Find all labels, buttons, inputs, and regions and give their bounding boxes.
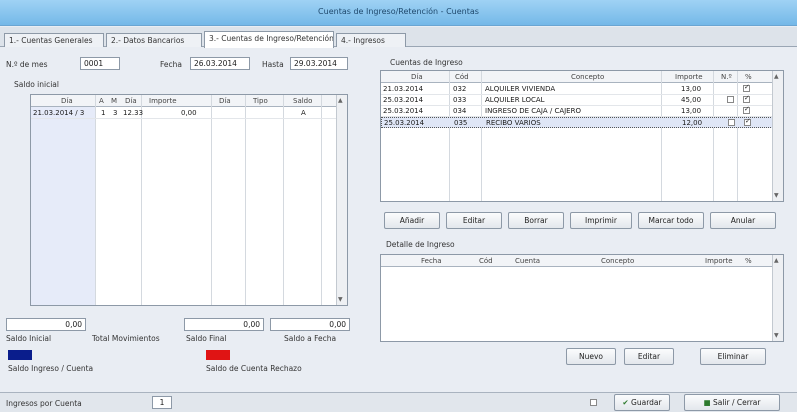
until-field[interactable]: 29.03.2014 (290, 57, 348, 70)
delete-movement-button[interactable]: Borrar (508, 212, 564, 229)
save-button[interactable]: ✔ Guardar (614, 394, 670, 411)
balance-row[interactable]: 21.03.2014 / 3 1 3 12.33 0,00 A (31, 108, 347, 119)
legend-red-swatch (206, 350, 230, 360)
movement-check[interactable] (743, 94, 750, 103)
status-item-field[interactable]: 1 (152, 396, 172, 409)
balance-grid[interactable]: Día A M Día Importe Día Tipo Saldo 21.03… (30, 94, 348, 306)
tab-bank[interactable]: 2.- Datos Bancarios (106, 33, 202, 47)
total-a: 0,00 (6, 318, 86, 331)
movement-row[interactable]: 25.03.2014 033 ALQUILER LOCAL 45,00 (381, 94, 783, 106)
save-icon: ✔ (622, 398, 632, 407)
first-column-shade (31, 107, 95, 305)
month-field[interactable]: 0001 (80, 57, 120, 70)
window-title: Cuentas de Ingreso/Retención - Cuentas (318, 7, 479, 16)
add-movement-button[interactable]: Añadir (384, 212, 440, 229)
detail-grid[interactable]: Fecha Cód Cuenta Concepto Importe % ▲ ▼ (380, 254, 784, 342)
cancel-movement-button[interactable]: Anular (710, 212, 776, 229)
until-label: Hasta (262, 60, 284, 69)
total-label-c: Saldo Final (186, 334, 227, 343)
tab-income-accounts[interactable]: 3.- Cuentas de Ingreso/Retención (204, 31, 334, 48)
detail-title: Detalle de Ingreso (386, 240, 455, 249)
print-button[interactable]: Imprimir (570, 212, 632, 229)
movement-row-selected[interactable]: 25.03.2014 035 RECIBO VARIOS 12,00 (381, 117, 783, 128)
status-text: Ingresos por Cuenta (6, 399, 82, 408)
tab-bar: 1.- Cuentas Generales 2.- Datos Bancario… (0, 27, 797, 48)
edit-movement-button[interactable]: Editar (446, 212, 502, 229)
select-all-button[interactable]: Marcar todo (638, 212, 704, 229)
date-field[interactable]: 26.03.2014 (190, 57, 250, 70)
legend-blue-label: Saldo Ingreso / Cuenta (8, 364, 94, 373)
month-label: N.º de mes (6, 60, 48, 69)
movement-row[interactable]: 25.03.2014 034 INGRESO DE CAJA / CAJERO … (381, 105, 783, 117)
movement-check[interactable] (744, 117, 751, 126)
exit-icon: ■ (703, 398, 713, 407)
balance-grid-scrollbar[interactable]: ▲ ▼ (336, 95, 347, 305)
date-label: Fecha (160, 60, 182, 69)
status-checkbox[interactable] (590, 399, 597, 406)
movement-check[interactable] (743, 105, 750, 114)
delete-detail-button[interactable]: Eliminar (700, 348, 766, 365)
movement-flag[interactable] (728, 119, 735, 126)
balance-grid-header: Día A M Día Importe Día Tipo Saldo (31, 95, 347, 107)
legend-blue-swatch (8, 350, 32, 360)
total-c: 0,00 (270, 318, 350, 331)
movements-title: Cuentas de Ingreso (390, 58, 463, 67)
window-titlebar: Cuentas de Ingreso/Retención - Cuentas (0, 0, 797, 26)
new-detail-button[interactable]: Nuevo (566, 348, 616, 365)
movements-scrollbar[interactable]: ▲ ▼ (772, 71, 783, 201)
status-bar: Ingresos por Cuenta 1 ✔ Guardar ■ Salir … (0, 392, 797, 412)
legend-red-label: Saldo de Cuenta Rechazo (206, 364, 302, 373)
movement-flag[interactable] (727, 96, 734, 103)
total-label-b: Total Movimientos (92, 334, 160, 343)
tab-general[interactable]: 1.- Cuentas Generales (4, 33, 104, 47)
total-label-d: Saldo a Fecha (284, 334, 337, 343)
total-b: 0,00 (184, 318, 264, 331)
tab-income[interactable]: 4.- Ingresos (336, 33, 406, 47)
movements-grid[interactable]: Día Cód Concepto Importe N.º % 21.03.201… (380, 70, 784, 202)
detail-scrollbar[interactable]: ▲ ▼ (772, 255, 783, 341)
edit-detail-button[interactable]: Editar (624, 348, 674, 365)
exit-button[interactable]: ■ Salir / Cerrar (684, 394, 780, 411)
section-label: Saldo inicial (14, 80, 59, 89)
total-label-a: Saldo Inicial (6, 334, 52, 343)
movement-row[interactable]: 21.03.2014 032 ALQUILER VIVIENDA 13,00 (381, 83, 783, 95)
movement-check[interactable] (743, 83, 750, 92)
